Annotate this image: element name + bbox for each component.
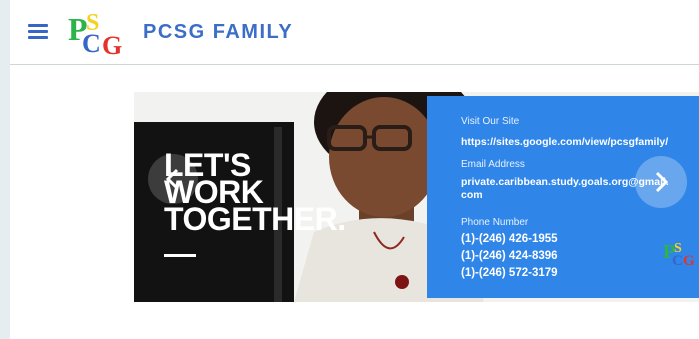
site-label: Visit Our Site [461,116,520,127]
header-divider [10,64,699,65]
svg-text:C: C [672,253,683,266]
phone-number[interactable]: (1)-(246) 572-3179 [461,266,558,280]
carousel-prev-button[interactable] [148,154,198,204]
headline-underline [164,254,196,257]
carousel-next-button[interactable] [635,156,687,208]
phone-number[interactable]: (1)-(246) 424-8396 [461,249,558,263]
email-label: Email Address [461,159,525,170]
svg-text:C: C [82,29,101,56]
hamburger-menu-icon[interactable] [28,24,48,40]
phone-number[interactable]: (1)-(246) 426-1955 [461,232,558,246]
svg-text:G: G [683,253,695,266]
small-logo: P S C G [663,241,695,266]
phone-label: Phone Number [461,217,529,228]
svg-text:G: G [102,31,122,56]
hero-headline-line: TOGETHER. [164,201,346,237]
site-logo[interactable]: P S C G [66,10,126,56]
chevron-left-icon [165,168,179,190]
top-app-bar: P S C G PCSG FAMILY [10,0,699,64]
chevron-right-icon [655,171,669,193]
page: P S C G PCSG FAMILY LET'S WORK TOGETHER.… [10,0,699,339]
hero-carousel: LET'S WORK TOGETHER. Visit Our Site http… [134,92,699,302]
site-title[interactable]: PCSG FAMILY [143,21,293,44]
site-url-link[interactable]: https://sites.google.com/view/pcsgfamily… [461,136,668,149]
